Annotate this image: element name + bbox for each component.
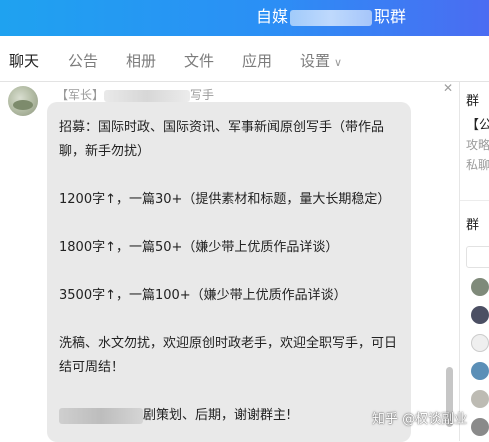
tab-album[interactable]: 相册: [126, 50, 156, 71]
redacted-title-block: [290, 9, 373, 26]
chevron-down-icon: ∨: [334, 56, 343, 69]
message-paragraph: 1800字↑，一篇50+（嫌少带上优质作品详谈）: [59, 240, 339, 255]
divider: [460, 200, 489, 201]
tab-settings-label: 设置: [300, 52, 331, 70]
watermark: 知乎 @权谈副业: [372, 412, 468, 427]
message-paragraph: 3500字↑，一篇100+（嫌少带上优质作品详谈）: [59, 288, 347, 303]
tab-announcement[interactable]: 公告: [68, 50, 98, 71]
message-paragraph: 招募：国际时政、国际资讯、军事新闻原创写手（带作品聊，新手勿扰）: [59, 120, 385, 159]
tab-chat[interactable]: 聊天: [6, 50, 42, 84]
sender-role: 【军长】: [56, 88, 105, 102]
member-avatar[interactable]: [471, 418, 489, 436]
member-search-input[interactable]: [466, 246, 489, 268]
close-icon[interactable]: ✕: [443, 81, 453, 95]
member-avatar[interactable]: [471, 390, 489, 408]
announcement-line[interactable]: 【公: [466, 114, 489, 133]
tab-bar: 聊天 公告 相册 文件 应用 设置 ∨: [0, 36, 489, 103]
chat-area: 【军长】 写手 招募：国际时政、国际资讯、军事新闻原创写手（带作品聊，新手勿扰） …: [0, 82, 459, 442]
message-bubble[interactable]: 招募：国际时政、国际资讯、军事新闻原创写手（带作品聊，新手勿扰） 1200字↑，…: [47, 102, 411, 442]
window-title: 自媒 职群: [256, 3, 406, 27]
sender-tail: 写手: [190, 88, 215, 102]
window-title-start: 自媒: [256, 7, 289, 26]
member-avatar[interactable]: [471, 334, 489, 352]
redacted-sender-block: [104, 89, 191, 102]
message-paragraph: 剧策划、后期，谢谢群主!: [59, 404, 399, 428]
announcement-heading: 群: [466, 94, 480, 109]
tab-settings[interactable]: 设置 ∨: [300, 50, 342, 71]
announcement-line: 私聊: [466, 158, 489, 172]
window-title-end: 职群: [374, 7, 407, 26]
title-bar: 自媒 职群: [0, 0, 489, 36]
message-paragraph: 1200字↑，一篇30+（提供素材和标题，量大长期稳定）: [59, 192, 391, 207]
members-heading: 群: [466, 218, 480, 233]
member-avatar[interactable]: [471, 362, 489, 380]
member-avatar[interactable]: [471, 306, 489, 324]
message-paragraph: 洗稿、水文勿扰，欢迎原创时政老手，欢迎全职写手，可日结可周结！: [59, 336, 398, 375]
tab-apps[interactable]: 应用: [242, 50, 272, 71]
message-last-line: 剧策划、后期，谢谢群主!: [143, 408, 292, 423]
avatar[interactable]: [8, 86, 38, 116]
announcement-line: 攻略: [466, 138, 489, 152]
tab-files[interactable]: 文件: [184, 50, 214, 71]
sender-name[interactable]: 【军长】 写手: [56, 86, 214, 103]
side-panel: 群 【公 攻略 私聊 群: [459, 82, 489, 441]
redacted-text-block: [59, 407, 143, 424]
member-avatar[interactable]: [471, 278, 489, 296]
